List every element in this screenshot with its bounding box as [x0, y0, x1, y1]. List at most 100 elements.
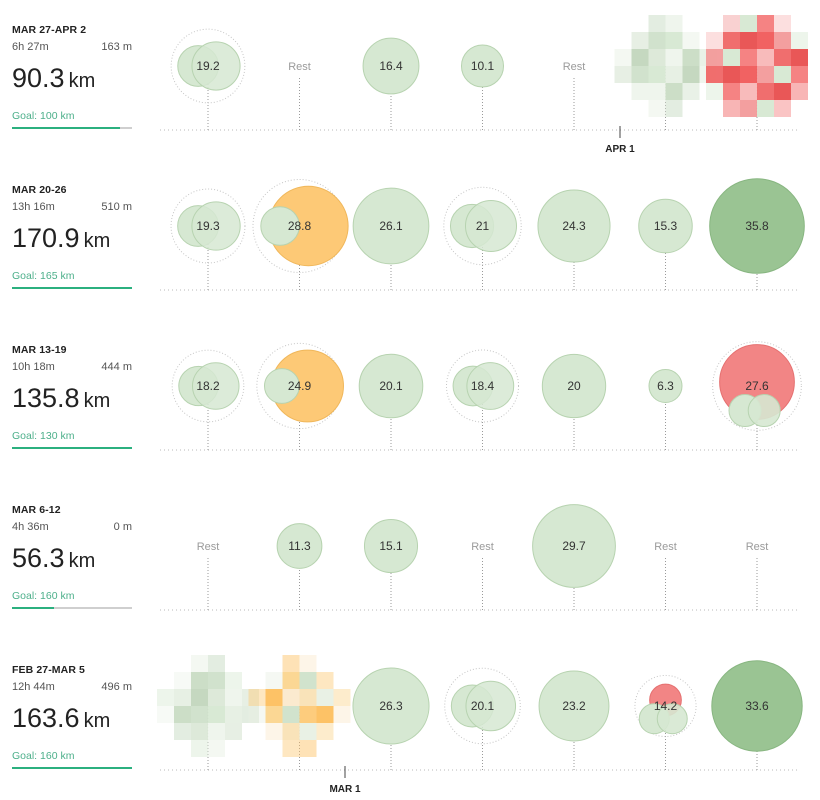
day-1[interactable]	[157, 655, 259, 770]
distance-value: 90.3	[12, 63, 65, 93]
week-distance: 56.3 km	[12, 543, 95, 574]
pixelated-cell	[282, 740, 300, 757]
pixelated-cell	[208, 672, 225, 689]
week-day-plot: 19.3 28.8 26.1 21 24.3 15.3 35.8	[160, 160, 805, 320]
day-distance-label: 20.1	[379, 379, 403, 393]
day-5[interactable]: 24.3	[537, 189, 611, 290]
pixelated-cell	[648, 49, 666, 66]
day-circles-svg: 18.2 24.9 20.1 18.4 20 6.3 27.6	[160, 341, 802, 451]
day-6[interactable]: 14.2	[634, 674, 697, 770]
week-goal: Goal: 130 km	[12, 430, 75, 442]
day-2[interactable]: 11.3	[276, 523, 323, 610]
pixelated-cell	[225, 706, 242, 723]
day-distance-label: 15.3	[654, 219, 678, 233]
day-3[interactable]: 20.1	[358, 353, 424, 450]
week-elevation: 510 m	[101, 201, 132, 213]
day-4[interactable]: 21	[443, 186, 522, 290]
week-elevation: 163 m	[101, 41, 132, 53]
pixelated-cell	[225, 689, 242, 706]
week-row[interactable]: FEB 27-MAR 5 12h 44m 496 m 163.6 km Goal:…	[0, 640, 820, 800]
day-1[interactable]: 19.3	[170, 188, 246, 290]
day-2[interactable]: 28.8	[252, 178, 349, 290]
day-4[interactable]: 18.4	[445, 349, 520, 450]
goal-progress-bar	[12, 767, 132, 769]
day-4[interactable]: Rest	[471, 541, 494, 610]
day-1[interactable]: 19.2	[170, 28, 246, 130]
day-distance-label: 29.7	[562, 539, 586, 553]
day-6[interactable]: 15.3	[638, 198, 693, 290]
pixelated-cell	[757, 32, 774, 49]
day-3[interactable]: 26.1	[352, 187, 430, 290]
week-range: MAR 13-19	[12, 344, 67, 356]
week-time: 12h 44m	[12, 681, 55, 693]
day-6[interactable]: Rest	[654, 541, 677, 610]
day-3[interactable]: 26.3	[352, 667, 430, 770]
day-2[interactable]: Rest	[288, 61, 311, 130]
pixelated-cell	[191, 706, 208, 723]
day-5[interactable]: 23.2	[538, 670, 610, 770]
pixelated-cell	[299, 689, 317, 706]
day-5[interactable]: Rest	[563, 61, 586, 130]
pixelated-cell	[665, 66, 683, 83]
pixelated-cell	[299, 706, 317, 723]
day-7[interactable]: 27.6	[712, 341, 802, 450]
pixelated-cell	[723, 100, 740, 117]
week-day-plot: APR 1 19.2 Rest 16.4 10.1 Rest	[160, 0, 808, 160]
pixelated-cell	[706, 49, 723, 66]
day-7[interactable]: 35.8	[709, 178, 805, 290]
week-row[interactable]: MAR 13-19 10h 18m 444 m 135.8 km Goal: 13…	[0, 320, 820, 480]
pixelated-cell	[299, 655, 317, 672]
day-3[interactable]: 15.1	[363, 518, 419, 610]
day-distance-label: 11.3	[288, 539, 311, 553]
day-circles-svg: MAR 1 26.3 20.1 23.2 14.2 33.6	[157, 655, 803, 795]
pixelated-cell	[791, 32, 808, 49]
pixelated-cell	[631, 66, 649, 83]
week-goal: Goal: 160 km	[12, 750, 75, 762]
pixelated-cell	[282, 655, 300, 672]
week-range: MAR 27-APR 2	[12, 24, 87, 36]
goal-progress-fill	[12, 127, 121, 129]
pixelated-cell	[740, 83, 757, 100]
day-circles-svg: 19.3 28.8 26.1 21 24.3 15.3 35.8	[160, 178, 805, 291]
pixelated-cell	[757, 49, 774, 66]
pixelated-cell	[757, 100, 774, 117]
day-7[interactable]: Rest	[746, 541, 769, 610]
day-6[interactable]: 6.3	[648, 369, 683, 450]
pixelated-cell	[774, 66, 791, 83]
week-row[interactable]: MAR 20-26 13h 16m 510 m 170.9 km Goal: 16…	[0, 160, 820, 320]
pixelated-cell	[208, 740, 225, 757]
pixelated-cell	[265, 689, 283, 706]
week-row[interactable]: MAR 6-12 4h 36m 0 m 56.3 km Goal: 160 km …	[0, 480, 820, 640]
day-distance-label: 20	[567, 379, 581, 393]
pixelated-cell	[774, 15, 791, 32]
day-1[interactable]: 18.2	[171, 349, 245, 450]
day-4[interactable]: 20.1	[444, 667, 521, 770]
day-2[interactable]: 24.9	[256, 342, 344, 450]
pixelated-cell	[265, 672, 283, 689]
pixelated-cell	[665, 32, 683, 49]
day-1[interactable]: Rest	[197, 541, 220, 610]
day-6[interactable]	[614, 15, 717, 130]
day-distance-label: 35.8	[745, 219, 769, 233]
day-7[interactable]: 33.6	[711, 660, 803, 770]
day-4[interactable]: 10.1	[460, 44, 505, 130]
pixelated-cell	[791, 66, 808, 83]
pixelated-cell	[665, 100, 683, 117]
pixelated-cell	[191, 740, 208, 757]
day-distance-label: 20.1	[471, 699, 495, 713]
day-5[interactable]: 20	[541, 353, 607, 450]
week-range: MAR 6-12	[12, 504, 61, 516]
day-5[interactable]: 29.7	[532, 504, 616, 610]
week-day-plot: MAR 1 26.3 20.1 23.2 14.2 33.6	[157, 640, 803, 800]
day-7[interactable]	[706, 15, 808, 130]
day-2[interactable]	[248, 655, 351, 770]
week-summary: MAR 13-19 10h 18m 444 m 135.8 km Goal: 13…	[12, 320, 132, 470]
week-row[interactable]: MAR 27-APR 2 6h 27m 163 m 90.3 km Goal: 1…	[0, 0, 820, 160]
pixelated-cell	[316, 689, 334, 706]
week-distance: 135.8 km	[12, 383, 110, 414]
week-range: MAR 20-26	[12, 184, 67, 196]
pixelated-cell	[791, 49, 808, 66]
pixelated-cell	[740, 15, 757, 32]
goal-progress-bar	[12, 607, 132, 609]
day-3[interactable]: 16.4	[362, 37, 420, 130]
